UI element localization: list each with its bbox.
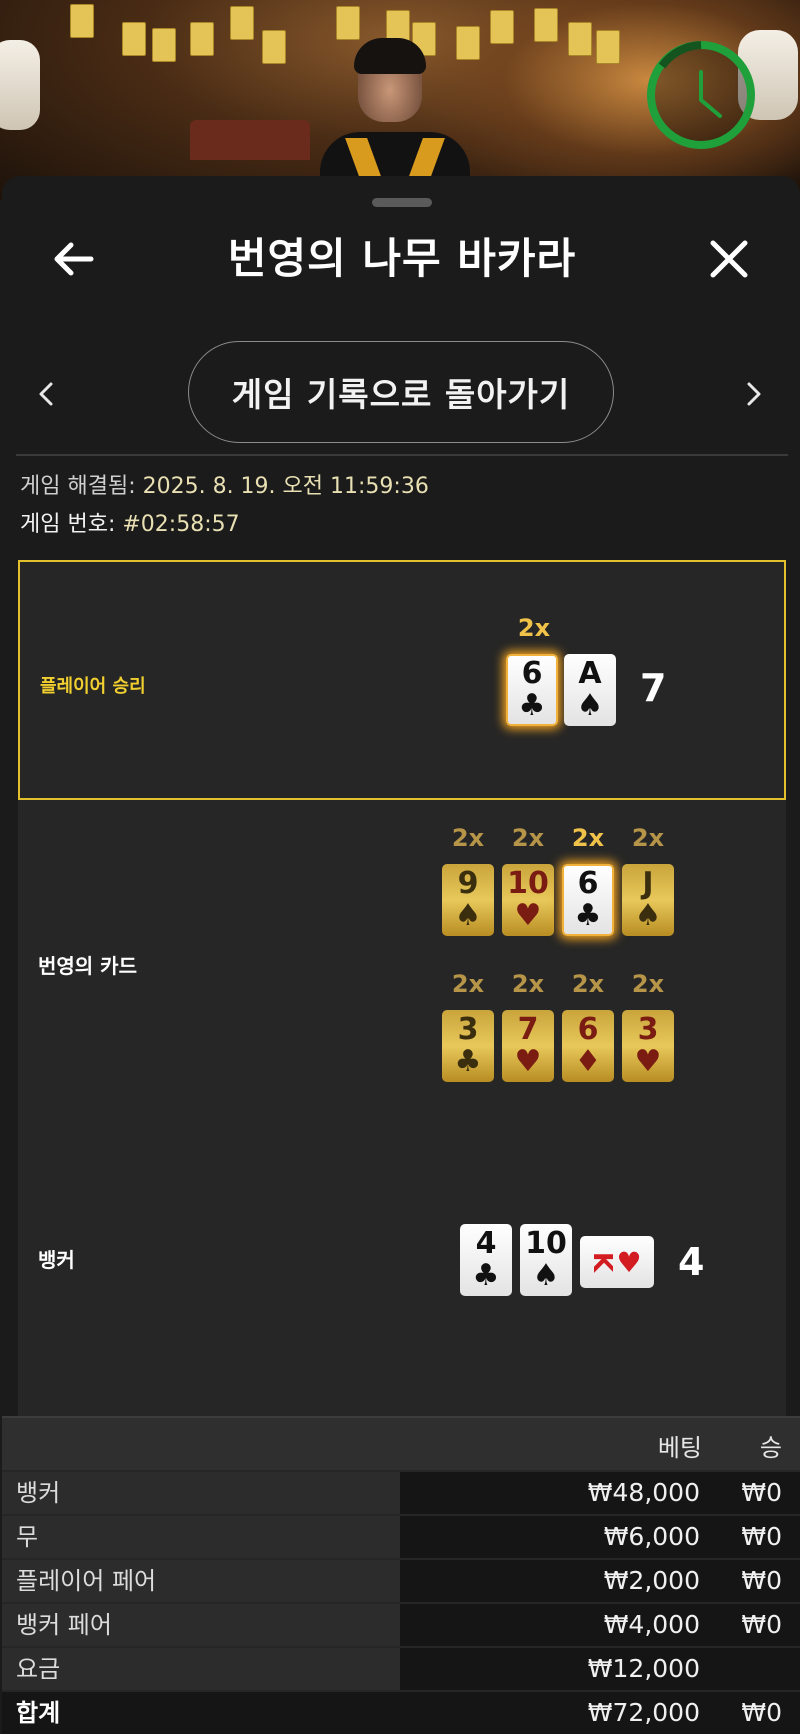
- card-multiplier: 2x: [451, 970, 485, 998]
- table-row: 뱅커 ₩48,000 ₩0: [2, 1470, 800, 1514]
- prosperity-card: 10 ♥: [502, 864, 554, 936]
- card-multiplier: 2x: [571, 824, 605, 852]
- prosperity-card: 9 ♠: [442, 864, 494, 936]
- card-multiplier: 2x: [451, 824, 485, 852]
- banker-label: 뱅커: [38, 1248, 75, 1272]
- gold-charm: [262, 30, 286, 64]
- prosperity-card-matched: 6 ♣: [562, 864, 614, 936]
- page-title: 번영의 나무 바카라: [227, 234, 577, 283]
- banker-result-row: 뱅커 4 ♣ 10 ♠ K ♥ 4: [18, 1140, 786, 1426]
- column-win: 승: [759, 1434, 782, 1462]
- close-button[interactable]: [702, 232, 756, 286]
- banker-card: 4 ♣: [460, 1224, 512, 1296]
- gold-charm: [596, 30, 620, 64]
- banker-card: 10 ♠: [520, 1224, 572, 1296]
- arrow-left-icon: [54, 242, 94, 276]
- prosperity-card: 3 ♣: [442, 1010, 494, 1082]
- card-multiplier: 2x: [517, 614, 551, 642]
- column-bet: 베팅: [657, 1434, 702, 1462]
- lantern-left: [0, 40, 40, 130]
- bets-table-header: 베팅 승: [2, 1416, 800, 1470]
- game-resolved-time: 게임 해결됨: 2025. 8. 19. 오전 11:59:36: [20, 474, 429, 499]
- table-row: 뱅커 페어 ₩4,000 ₩0: [2, 1602, 800, 1646]
- table-row: 무 ₩6,000 ₩0: [2, 1514, 800, 1558]
- chevron-left-icon: [39, 382, 53, 406]
- prosperity-card: 7 ♥: [502, 1010, 554, 1082]
- clock-timer-icon: [647, 41, 755, 149]
- gold-charm: [70, 4, 94, 38]
- gold-charm: [568, 22, 592, 56]
- next-game-button[interactable]: [734, 374, 774, 414]
- table-row: 플레이어 페어 ₩2,000 ₩0: [2, 1558, 800, 1602]
- player-score: 7: [640, 666, 667, 710]
- back-arrow-button[interactable]: [46, 232, 100, 286]
- banker-card-third: K ♥: [580, 1236, 654, 1288]
- card-multiplier: 2x: [511, 970, 545, 998]
- gold-charm: [230, 6, 254, 40]
- chevron-right-icon: [747, 382, 761, 406]
- gold-charm: [336, 6, 360, 40]
- gold-charm: [534, 8, 558, 42]
- player-card: 6 ♣: [506, 654, 558, 726]
- back-to-history-button[interactable]: 게임 기록으로 돌아가기: [188, 341, 614, 443]
- card-multiplier: 2x: [631, 824, 665, 852]
- bets-table: 베팅 승 뱅커 ₩48,000 ₩0 무 ₩6,000 ₩0 플레이어 페어 ₩…: [2, 1416, 800, 1734]
- card-multiplier: 2x: [631, 970, 665, 998]
- close-icon: [710, 240, 748, 278]
- drag-handle[interactable]: [372, 198, 432, 207]
- player-card: A ♠: [564, 654, 616, 726]
- divider: [16, 454, 788, 456]
- table-total-row: 합계 ₩72,000 ₩0: [2, 1690, 800, 1734]
- gold-charm: [122, 22, 146, 56]
- prosperity-card: J ♠: [622, 864, 674, 936]
- player-win-label: 플레이어 승리: [40, 676, 146, 697]
- prosperity-cards-label: 번영의 카드: [38, 954, 137, 978]
- prosperity-cards-row: 번영의 카드 2x 2x 2x 2x 9 ♠ 10 ♥ 6 ♣ J ♠ 2x 2…: [18, 800, 786, 1140]
- gold-charm: [490, 10, 514, 44]
- pagoda-roof: [190, 120, 310, 160]
- prosperity-card: 6 ♦: [562, 1010, 614, 1082]
- previous-game-button[interactable]: [26, 374, 66, 414]
- card-multiplier: 2x: [511, 824, 545, 852]
- game-number: 게임 번호: #02:58:57: [20, 512, 240, 537]
- prosperity-card: 3 ♥: [622, 1010, 674, 1082]
- banker-score: 4: [678, 1240, 705, 1284]
- card-multiplier: 2x: [571, 970, 605, 998]
- player-result-row: 플레이어 승리 2x 6 ♣ A ♠ 7: [18, 560, 786, 800]
- live-video-background: [0, 0, 800, 200]
- gold-charm: [152, 28, 176, 62]
- gold-charm: [190, 22, 214, 56]
- table-row: 요금 ₩12,000: [2, 1646, 800, 1690]
